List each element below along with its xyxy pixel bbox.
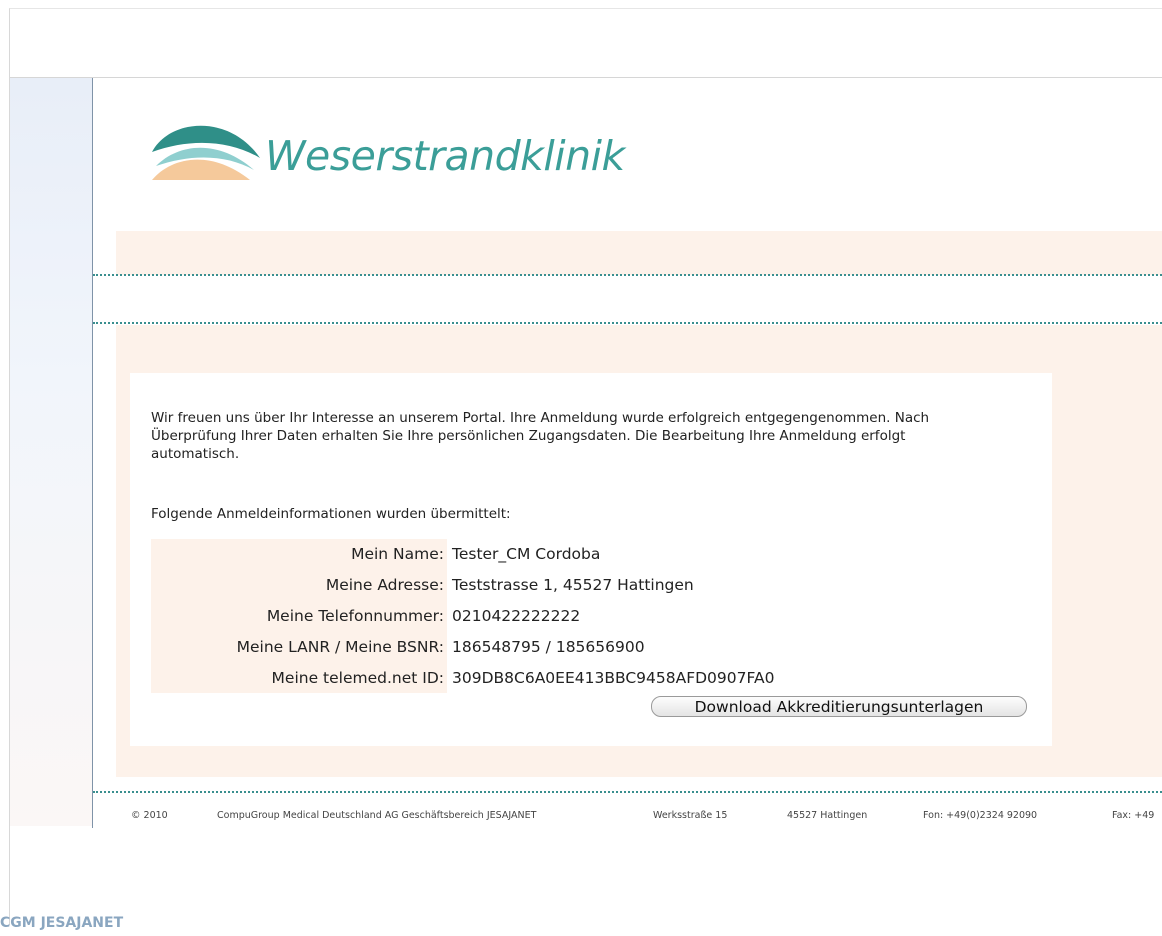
table-row: Mein Name: Tester_CM Cordoba (151, 539, 841, 570)
footer-fax: Fax: +49 (1112, 810, 1155, 821)
wave-logo-icon (152, 125, 260, 180)
sidebar-divider (92, 78, 93, 828)
telemed-id-value: 309DB8C6A0EE413BBC9458AFD0907FA0 (452, 668, 775, 687)
download-accreditation-button[interactable]: Download Akkreditierungsunterlagen (651, 696, 1027, 717)
footer-city: 45527 Hattingen (787, 810, 868, 821)
clinic-logo[interactable]: Weserstrandklinik (150, 118, 650, 188)
footer-phone: Fon: +49(0)2324 92090 (923, 810, 1038, 821)
lanr-bsnr-label: Meine LANR / Meine BSNR: (151, 631, 447, 663)
divider-top (93, 274, 1162, 276)
address-label: Meine Adresse: (151, 569, 447, 601)
footer-street: Werksstraße 15 (653, 810, 728, 821)
phone-label: Meine Telefonnummer: (151, 600, 447, 632)
name-value: Tester_CM Cordoba (452, 545, 601, 564)
table-row: Meine Adresse: Teststrasse 1, 45527 Hatt… (151, 569, 841, 601)
footer-copyright: © 2010 (131, 810, 168, 821)
left-sidebar-strip (10, 78, 92, 826)
table-row: Meine LANR / Meine BSNR: 186548795 / 185… (151, 631, 841, 663)
footer-company: CompuGroup Medical Deutschland AG Geschä… (217, 810, 537, 821)
intro-text: Wir freuen uns über Ihr Interesse an uns… (151, 410, 930, 462)
cgm-watermark: CGM JESAJANET (0, 915, 124, 931)
registration-info-table: Mein Name: Tester_CM Cordoba Meine Adres… (151, 539, 841, 693)
table-row: Meine telemed.net ID: 309DB8C6A0EE413BBC… (151, 662, 841, 693)
lanr-bsnr-value: 186548795 / 185656900 (452, 637, 645, 656)
telemed-id-label: Meine telemed.net ID: (151, 662, 447, 693)
phone-value: 0210422222222 (452, 606, 581, 625)
address-value: Teststrasse 1, 45527 Hattingen (452, 576, 694, 595)
name-label: Mein Name: (151, 539, 447, 570)
header-band (116, 231, 1162, 275)
clinic-name: Weserstrandklinik (265, 132, 625, 180)
table-row: Meine Telefonnummer: 0210422222222 (151, 600, 841, 632)
submitted-info-heading: Folgende Anmeldeinformationen wurden übe… (151, 506, 511, 522)
divider-bottom (93, 791, 1162, 793)
top-bar (10, 9, 1162, 78)
divider-middle (93, 322, 1162, 324)
